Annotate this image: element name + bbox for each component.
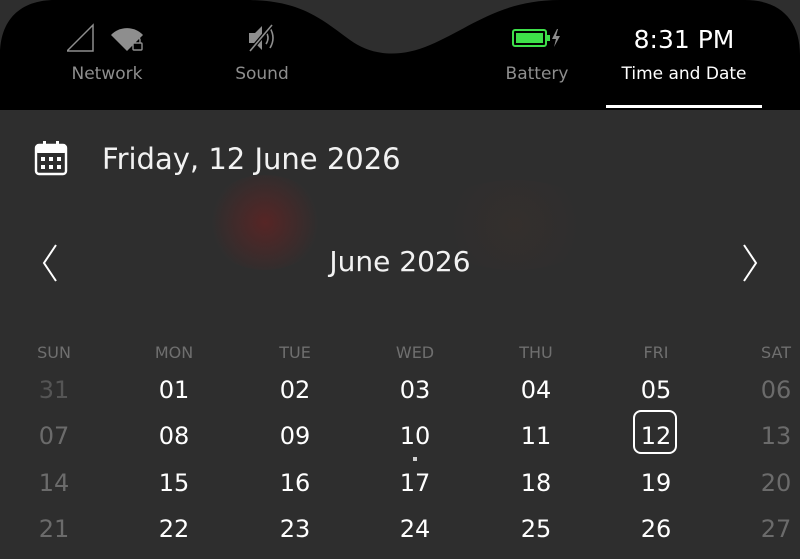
next-month-button[interactable]	[734, 241, 764, 285]
calendar-day[interactable]: 24	[375, 513, 455, 559]
selection-ring	[633, 410, 677, 454]
selected-indicator-underline	[606, 105, 762, 108]
calendar-icon	[34, 140, 68, 180]
calendar-day[interactable]: 01	[134, 374, 214, 420]
weekday-fri: FRI	[643, 343, 669, 362]
weekday-sun: SUN	[37, 343, 71, 362]
calendar-day[interactable]: 07	[14, 420, 94, 466]
network-label: Network	[71, 64, 143, 84]
calendar-day[interactable]: 22	[134, 513, 214, 559]
calendar-day[interactable]: 17	[375, 467, 455, 513]
calendar-day[interactable]: 26	[616, 513, 696, 559]
battery-indicator[interactable]: Battery	[477, 0, 597, 110]
calendar-day[interactable]: 19	[616, 467, 696, 513]
indicator-bar: Network Sound Battery 8:31 PM Time and D…	[0, 0, 800, 110]
sound-label: Sound	[235, 64, 289, 84]
month-navigation: June 2026	[0, 235, 800, 295]
calendar-day[interactable]: 27	[736, 513, 800, 559]
calendar-day[interactable]: 08	[134, 420, 214, 466]
time-date-label: Time and Date	[621, 64, 747, 84]
weekday-sat: SAT	[761, 343, 791, 362]
calendar-day[interactable]: 16	[255, 467, 335, 513]
weekday-wed: WED	[395, 343, 435, 362]
calendar-day[interactable]: 02	[255, 374, 335, 420]
calendar-day[interactable]: 20	[736, 467, 800, 513]
calendar-day[interactable]: 25	[496, 513, 576, 559]
calendar-day[interactable]: 11	[496, 420, 576, 466]
battery-label: Battery	[505, 64, 569, 84]
calendar-day[interactable]: 14	[14, 467, 94, 513]
sound-indicator[interactable]: Sound	[202, 0, 322, 110]
calendar-day-number: 10	[399, 422, 431, 450]
calendar-day-today[interactable]: 10	[375, 420, 455, 466]
calendar-day[interactable]: 18	[496, 467, 576, 513]
calendar-day-selected[interactable]: 12	[616, 410, 696, 466]
calendar-day[interactable]: 03	[375, 374, 455, 420]
chevron-right-icon	[743, 244, 758, 282]
today-marker-dot	[413, 457, 417, 461]
network-indicator[interactable]: Network	[47, 0, 167, 110]
weekday-mon: MON	[154, 343, 194, 362]
calendar-day[interactable]: 09	[255, 420, 335, 466]
calendar-day[interactable]: 04	[496, 374, 576, 420]
calendar-day[interactable]: 23	[255, 513, 335, 559]
time-date-indicator[interactable]: 8:31 PM Time and Date	[606, 0, 762, 110]
clock-text: 8:31 PM	[633, 25, 735, 54]
calendar-day[interactable]: 31	[14, 374, 94, 420]
month-title: June 2026	[329, 245, 471, 278]
full-date-text: Friday, 12 June 2026	[102, 142, 401, 176]
signal-wifi-icon	[65, 23, 147, 59]
battery-charging-icon	[512, 23, 562, 57]
calendar-day[interactable]: 15	[134, 467, 214, 513]
calendar-day[interactable]: 06	[736, 374, 800, 420]
calendar-day[interactable]: 21	[14, 513, 94, 559]
speaker-muted-icon	[246, 23, 278, 57]
weekday-tue: TUE	[279, 343, 311, 362]
date-header[interactable]: Friday, 12 June 2026	[0, 112, 800, 212]
weekday-thu: THU	[519, 343, 553, 362]
calendar-day[interactable]: 13	[736, 420, 800, 466]
